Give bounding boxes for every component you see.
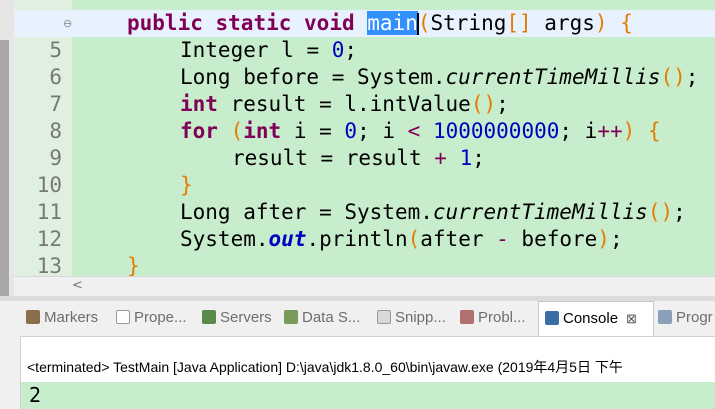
servers-icon [202,310,216,324]
code-text: public static void main(String[] args) { [127,11,633,35]
code-text: int result = l.intValue(); [180,92,509,116]
code-line-5[interactable]: 5 ⊖ public static void main(String[] arg… [14,10,715,62]
code-line-12[interactable]: 12 Long after = System.currentTimeMillis… [14,199,715,251]
snippets-icon [377,310,391,324]
selected-word: main [367,11,418,35]
tab-console[interactable]: Console ⊠ [538,301,654,336]
console-output-text: 2 [29,383,42,407]
console-icon [545,311,559,325]
code-text: Long before = System.currentTimeMillis()… [180,65,699,89]
markers-icon [26,310,40,324]
code-line-13[interactable]: 13 System.out.println(after - before); [14,226,715,276]
tab-snippets[interactable]: Snipp... [377,301,446,335]
code-editor[interactable]: 5 ⊖ public static void main(String[] arg… [14,0,715,276]
tab-progress[interactable]: Progr [658,301,713,335]
code-text: System.out.println(after - before); [180,227,623,251]
code-line-14[interactable]: 14 } [14,253,715,276]
close-icon[interactable]: ⊠ [626,311,637,326]
ide-window: 5 ⊖ public static void main(String[] arg… [0,0,715,409]
code-line-6[interactable]: 6 Integer l = 0; [14,37,715,89]
data-source-icon [284,310,298,324]
console-status-line: <terminated> TestMain [Java Application]… [27,359,623,375]
tab-markers[interactable]: Markers [26,301,98,335]
code-text: result = result + 1; [232,146,485,170]
editor-horizontal-scrollbar[interactable]: < [14,276,715,297]
console-output-line[interactable]: 2 [21,382,715,409]
tab-problems[interactable]: Probl... [460,301,526,335]
left-window-edge [0,0,15,296]
code-line-9[interactable]: 9 for (int i = 0; i < 1000000000; i++) { [14,118,715,170]
scroll-left-arrow-icon[interactable]: < [72,278,83,293]
code-line-10[interactable]: 10 result = result + 1; [14,145,715,197]
code-text: Integer l = 0; [180,38,358,62]
tab-servers[interactable]: Servers [202,301,272,335]
code-text: } [180,173,193,197]
console-view[interactable]: <terminated> TestMain [Java Application]… [20,337,715,409]
code-text: } [127,254,140,276]
problems-icon [460,310,474,324]
fold-minus-icon[interactable]: ⊖ [63,10,72,37]
left-edge-shade [0,40,9,296]
progress-icon [658,310,672,324]
code-line-8[interactable]: 8 int result = l.intValue(); [14,91,715,143]
tab-properties[interactable]: Prope... [116,301,187,335]
bottom-panel-tabs: Markers Prope... Servers Data S... Snipp… [20,301,715,337]
tab-data-source[interactable]: Data S... [284,301,360,335]
properties-icon [116,310,130,324]
code-line-7[interactable]: 7 Long before = System.currentTimeMillis… [14,64,715,116]
code-line-11[interactable]: 11 } [14,172,715,224]
code-text: Long after = System.currentTimeMillis(); [180,200,686,224]
code-text: for (int i = 0; i < 1000000000; i++) { [180,119,661,143]
